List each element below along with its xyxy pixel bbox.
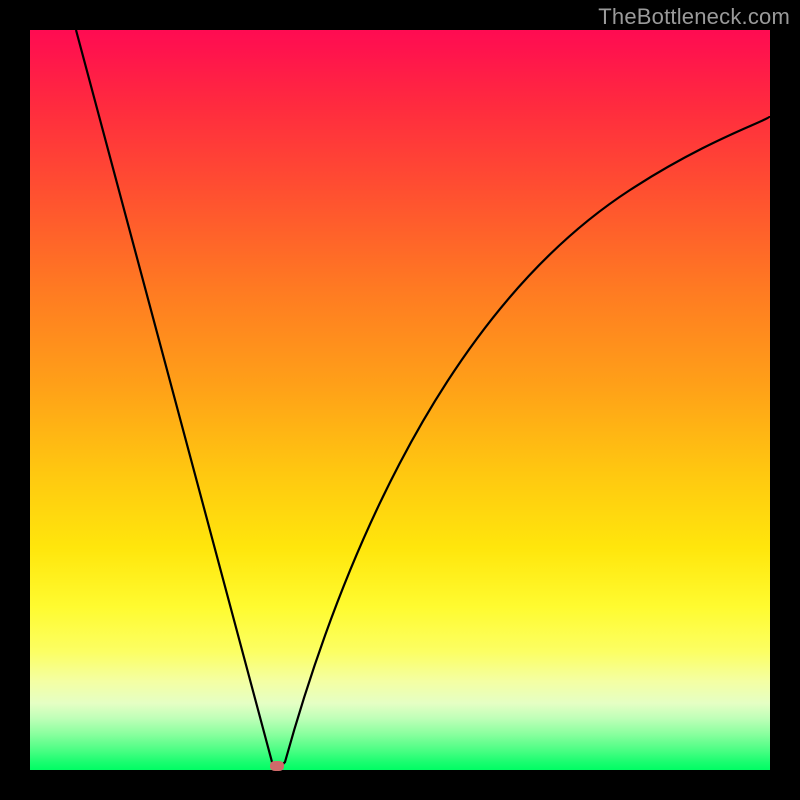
watermark-text: TheBottleneck.com [598, 4, 790, 30]
bottleneck-curve [30, 30, 770, 770]
curve-path [76, 30, 770, 766]
plot-area [30, 30, 770, 770]
optimum-marker [270, 761, 284, 771]
chart-frame: TheBottleneck.com [0, 0, 800, 800]
